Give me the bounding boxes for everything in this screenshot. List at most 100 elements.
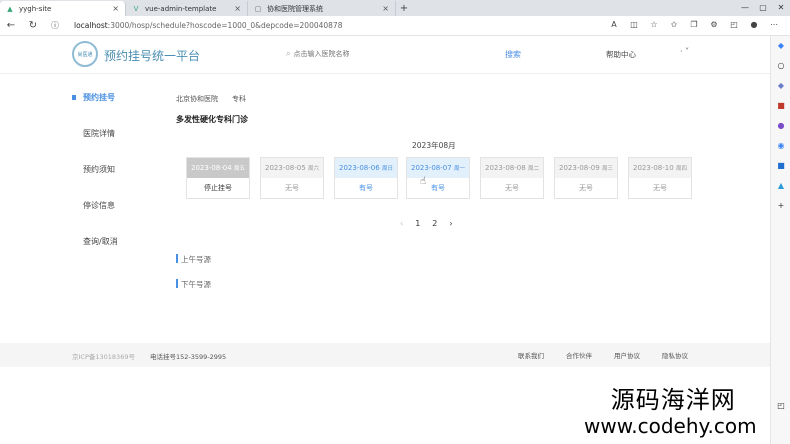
watermark-line2: www.codehy.com [584, 414, 757, 438]
sidebar-item-notice[interactable]: 预约须知 [72, 164, 118, 200]
sidebar-item-label: 查询/取消 [83, 237, 118, 246]
day-weekday: 周日 [381, 166, 393, 172]
watermark: 源码海洋网 www.codehy.com [584, 386, 757, 438]
site-logo-icon[interactable]: 尚医通 [72, 41, 98, 67]
office-icon[interactable]: ◉ [771, 136, 790, 156]
day-weekday: 周二 [527, 166, 539, 172]
tab-label: vue-admin-template [145, 4, 217, 13]
pager-page[interactable]: 1 [415, 219, 420, 228]
day-card[interactable]: 2023-08-05 周六 无号 [260, 157, 324, 199]
minimize-icon[interactable]: — [736, 0, 754, 16]
toolbox-icon[interactable]: ■ [771, 96, 790, 116]
url-field[interactable]: localhost:3000/hosp/schedule?hoscode=100… [74, 21, 342, 30]
day-card[interactable]: 2023-08-09 周三 无号 [554, 157, 618, 199]
site-footer: 京ICP备13018369号 电话挂号152-3599-2995 联系我们 合作… [0, 343, 770, 367]
section-indicator [176, 279, 178, 288]
day-weekday: 周四 [675, 166, 687, 172]
add-icon[interactable]: + [771, 196, 790, 216]
day-date: 2023-08-07 [411, 164, 452, 172]
day-card[interactable]: 2023-08-10 周四 无号 [628, 157, 692, 199]
sidebar-item-suspension[interactable]: 停诊信息 [72, 200, 118, 236]
pager-page[interactable]: 2 [432, 219, 437, 228]
page-icon: ▢ [254, 4, 262, 13]
footer-link-user-agreement[interactable]: 用户协议 [614, 350, 640, 360]
search-icon: ⌕ [286, 49, 291, 58]
breadcrumb: 北京协和医院 专科 [176, 94, 246, 104]
more-icon[interactable]: ⋯ [768, 19, 780, 31]
help-center-link[interactable]: 帮助中心 [606, 49, 636, 60]
bell-icon[interactable]: ◆ [771, 36, 790, 56]
day-card[interactable]: 2023-08-08 周二 无号 [480, 157, 544, 199]
toolbar-icons: A ◫ ☆ ✩ ❐ ⚙ ◰ ● ⋯ [608, 19, 780, 31]
day-card[interactable]: 2023-08-07 周一 有号 [406, 157, 470, 199]
footer-link-privacy[interactable]: 隐私协议 [662, 350, 688, 360]
browser-tab-yygh[interactable]: ▲ yygh-site × [0, 1, 126, 16]
sidebar-item-booking[interactable]: 预约挂号 [72, 92, 118, 128]
day-card-header: 2023-08-10 周四 [629, 158, 691, 178]
day-status: 无号 [285, 184, 299, 192]
vue-logo-icon: V [133, 4, 139, 13]
reload-icon[interactable]: ↻ [22, 20, 44, 31]
send-icon[interactable]: ▲ [771, 176, 790, 196]
new-tab-button[interactable]: + [396, 3, 412, 16]
day-weekday: 周三 [601, 166, 613, 172]
breadcrumb-hospital[interactable]: 北京协和医院 [176, 94, 218, 104]
morning-section-title: 上午号源 [176, 254, 211, 265]
maximize-icon[interactable]: ▢ [754, 0, 772, 16]
footer-link-contact[interactable]: 联系我们 [518, 350, 544, 360]
pager-next-icon[interactable]: › [449, 219, 452, 228]
day-status: 有号 [359, 184, 373, 192]
close-window-icon[interactable]: ✕ [772, 0, 790, 16]
sidebar-item-hospital-detail[interactable]: 医院详情 [72, 128, 118, 164]
day-status: 停止挂号 [204, 184, 232, 192]
hospital-sidebar: 预约挂号 医院详情 预约须知 停诊信息 查询/取消 [72, 92, 118, 272]
pagination: ‹ 1 2 › [400, 219, 453, 228]
address-bar: ← ↻ ⓘ localhost:3000/hosp/schedule?hosco… [0, 16, 790, 36]
search-button[interactable]: 搜索 [505, 49, 521, 60]
profile-icon[interactable]: ● [748, 19, 760, 31]
day-card[interactable]: 2023-08-06 周日 有号 [334, 157, 398, 199]
day-card-header: 2023-08-06 周日 [335, 158, 397, 178]
screenshot-icon[interactable]: ◰ [728, 19, 740, 31]
day-card[interactable]: 2023-08-04 周五 停止挂号 [186, 157, 250, 199]
pager-prev-icon[interactable]: ‹ [400, 219, 403, 228]
day-weekday: 周一 [453, 166, 465, 172]
read-aloud-icon[interactable]: A [608, 19, 620, 31]
browser-tab-hospital[interactable]: ▢ 协和医院管理系统 × [248, 1, 396, 16]
day-status: 无号 [579, 184, 593, 192]
window-controls: — ▢ ✕ [736, 0, 790, 16]
day-date: 2023-08-08 [485, 164, 526, 172]
favorites-icon[interactable]: ✩ [668, 19, 680, 31]
breadcrumb-department[interactable]: 专科 [232, 94, 246, 104]
browser-tab-admin[interactable]: V vue-admin-template × [126, 1, 248, 16]
day-status: 无号 [653, 184, 667, 192]
footer-link-partners[interactable]: 合作伙伴 [566, 350, 592, 360]
close-icon[interactable]: × [382, 4, 389, 13]
day-card-header: 2023-08-07 周一 [407, 158, 469, 178]
sidebar-item-query-cancel[interactable]: 查询/取消 [72, 236, 118, 272]
back-arrow-icon[interactable]: ← [0, 20, 22, 31]
site-title[interactable]: 预约挂号统一平台 [104, 47, 200, 64]
day-card-header: 2023-08-05 周六 [261, 158, 323, 178]
tag-icon[interactable]: ◆ [771, 76, 790, 96]
active-indicator [72, 95, 76, 100]
outlook-icon[interactable]: ■ [771, 156, 790, 176]
split-screen-icon[interactable]: ◫ [628, 19, 640, 31]
sidebar-settings-icon[interactable]: ◰ [771, 396, 790, 416]
close-icon[interactable]: × [112, 4, 119, 13]
url-host: localhost [74, 21, 108, 30]
collections-icon[interactable]: ❐ [688, 19, 700, 31]
favorite-star-icon[interactable]: ☆ [648, 19, 660, 31]
extensions-icon[interactable]: ⚙ [708, 19, 720, 31]
people-icon[interactable]: ● [771, 116, 790, 136]
info-icon[interactable]: ⓘ [44, 20, 66, 31]
search-input[interactable] [293, 50, 444, 58]
icp-number: 京ICP备13018369号 [72, 353, 135, 361]
day-weekday: 周六 [307, 166, 319, 172]
month-label: 2023年08月 [412, 141, 456, 150]
user-dropdown[interactable]: · ˅ [680, 47, 689, 56]
day-date: 2023-08-04 [191, 164, 232, 172]
afternoon-section-title: 下午号源 [176, 279, 211, 290]
search-icon[interactable]: ○ [771, 56, 790, 76]
close-icon[interactable]: × [234, 4, 241, 13]
